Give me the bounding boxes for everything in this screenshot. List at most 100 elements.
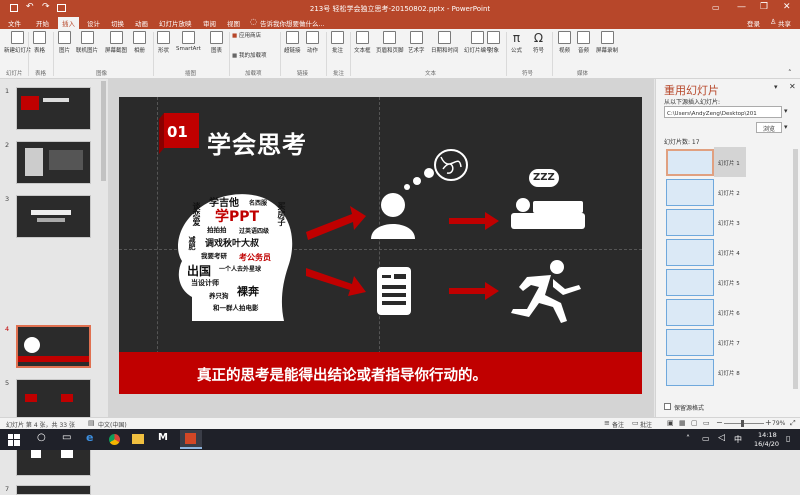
slide-thumbnail[interactable] [16,195,91,238]
network-icon[interactable]: ▭ [702,434,710,443]
proofing-icon[interactable]: ▤ [88,419,95,427]
reuse-slide-label[interactable]: 幻灯片 3 [718,219,740,227]
browse-button[interactable]: 浏览 [756,122,782,133]
reuse-slide-label[interactable]: 幻灯片 6 [718,309,740,317]
file-explorer-icon[interactable] [132,434,144,444]
slideshow-view-icon[interactable]: ▭ [703,419,710,427]
reuse-slide-label[interactable]: 幻灯片 1 [718,159,740,167]
slide-thumbnail[interactable] [16,141,91,184]
task-view-icon[interactable]: ▭ [62,432,71,443]
browse-dropdown-icon[interactable]: ▾ [784,123,788,131]
equation-button[interactable]: π 公式 [511,31,522,54]
action-center-icon[interactable]: ▯ [786,434,790,443]
minimize-icon[interactable]: — [737,2,746,12]
tray-expand-icon[interactable]: ˄ [686,434,690,443]
collapse-ribbon-icon[interactable]: ˄ [788,69,792,77]
tab-review[interactable]: 审阅 [203,18,216,28]
zoom-level[interactable]: 79% [772,420,785,427]
reuse-slide-thumbnail[interactable] [666,359,714,386]
zoom-slider-thumb[interactable] [741,420,744,427]
object-button[interactable]: 对象 [487,31,500,54]
tell-me-box[interactable]: 告诉我你想要做什么... [260,18,325,28]
source-path-field[interactable]: C:\Users\AndyZeng\Desktop\201 [664,106,782,118]
tab-home[interactable]: 开始 [36,18,49,28]
restore-icon[interactable]: ❐ [760,2,768,12]
table-button[interactable]: 表格 [33,31,46,54]
reuse-slide-thumbnail[interactable] [666,299,714,326]
reuse-slide-thumbnail[interactable] [666,329,714,356]
object-icon [487,31,500,44]
thumbnail-scrollbar[interactable] [101,81,106,181]
share-button[interactable]: 共享 [778,18,791,28]
smartart-button[interactable]: SmartArt [176,31,201,52]
reuse-slide-label[interactable]: 幻灯片 5 [718,279,740,287]
textbox-button[interactable]: 文本框 [354,31,371,54]
hyperlink-button[interactable]: 超链接 [284,31,301,54]
zoom-out-icon[interactable]: − [716,418,723,427]
reuse-slide-thumbnail[interactable] [666,179,714,206]
date-time-button[interactable]: 日期和时间 [431,31,459,54]
fit-to-window-icon[interactable]: ⤢ [790,419,796,428]
tab-slideshow[interactable]: 幻灯片放映 [159,18,192,28]
wordart-button[interactable]: 艺术字 [408,31,425,54]
app-m-icon[interactable]: M [158,432,168,443]
pane-close-icon[interactable]: ✕ [789,82,796,91]
video-button[interactable]: 视频 [558,31,571,54]
reuse-slide-thumbnail-selected[interactable] [666,149,714,176]
powerpoint-taskbar-icon[interactable] [180,430,202,449]
slide-thumbnail-selected[interactable] [16,325,91,368]
volume-icon[interactable]: ◁ [718,433,725,443]
reuse-slide-thumbnail[interactable] [666,269,714,296]
my-addins-button[interactable]: ■ 我的加载项 [232,51,266,59]
reuse-slide-label[interactable]: 幻灯片 4 [718,249,740,257]
slide-thumbnail[interactable] [16,485,91,495]
chart-button[interactable]: 图表 [210,31,223,54]
current-slide[interactable]: 01 学会思考 学吉他 学PPT 谈恋爱 买房子 名西服 拍拍拍 过英语四级 减… [119,97,642,394]
tab-view[interactable]: 视图 [227,18,240,28]
symbol-button[interactable]: Ω 符号 [533,31,544,54]
tab-animations[interactable]: 动画 [135,18,148,28]
keep-format-checkbox[interactable] [664,403,671,410]
reuse-scrollbar[interactable] [793,149,798,389]
language-status[interactable]: 中文(中国) [98,420,127,429]
normal-view-icon[interactable]: ▣ [667,419,674,427]
slide-thumbnail[interactable] [16,87,91,130]
shapes-button[interactable]: 形状 [157,31,170,54]
ime-icon[interactable]: 中 [734,434,742,445]
tab-transitions[interactable]: 切换 [111,18,124,28]
notes-button[interactable]: 备注 [612,420,624,429]
tab-file[interactable]: 文件 [8,18,21,28]
comment-button[interactable]: 批注 [331,31,344,54]
reading-view-icon[interactable]: ▢ [691,419,698,427]
action-button[interactable]: 动作 [306,31,319,54]
ribbon-display-icon[interactable]: ▭ [712,3,720,12]
chrome-icon[interactable] [109,434,120,445]
sign-in-link[interactable]: 登录 [747,18,760,28]
audio-button[interactable]: 音频 [577,31,590,54]
slide-thumbnail[interactable] [16,379,91,422]
tab-design[interactable]: 设计 [87,18,100,28]
edge-icon[interactable]: e [86,431,93,444]
zoom-in-icon[interactable]: + [765,418,772,427]
reuse-slide-label[interactable]: 幻灯片 2 [718,189,740,197]
close-icon[interactable]: ✕ [783,2,791,12]
screen-recording-button[interactable]: 屏幕录制 [596,31,618,54]
tab-insert[interactable]: 插入 [58,17,79,29]
zoom-slider[interactable] [724,423,764,424]
photo-album-button[interactable]: 相册 [133,31,146,54]
store-button[interactable]: ■ 应用商店 [232,31,261,39]
comments-button[interactable]: 批注 [640,420,652,429]
reuse-slide-label[interactable]: 幻灯片 8 [718,369,740,377]
screenshot-button[interactable]: 屏幕截图 [105,31,127,54]
reuse-slide-thumbnail[interactable] [666,239,714,266]
pane-options-icon[interactable]: ▾ [774,83,778,91]
slide-sorter-icon[interactable]: ▦ [679,419,686,427]
source-dropdown-icon[interactable]: ▾ [784,107,788,115]
online-pictures-button[interactable]: 联机图片 [76,31,98,54]
pictures-button[interactable]: 图片 [58,31,71,54]
reuse-slide-thumbnail[interactable] [666,209,714,236]
windows-start-icon[interactable] [8,434,20,446]
search-icon[interactable]: ○ [37,432,46,443]
reuse-slide-label[interactable]: 幻灯片 7 [718,339,740,347]
header-footer-button[interactable]: 页眉和页脚 [376,31,404,54]
